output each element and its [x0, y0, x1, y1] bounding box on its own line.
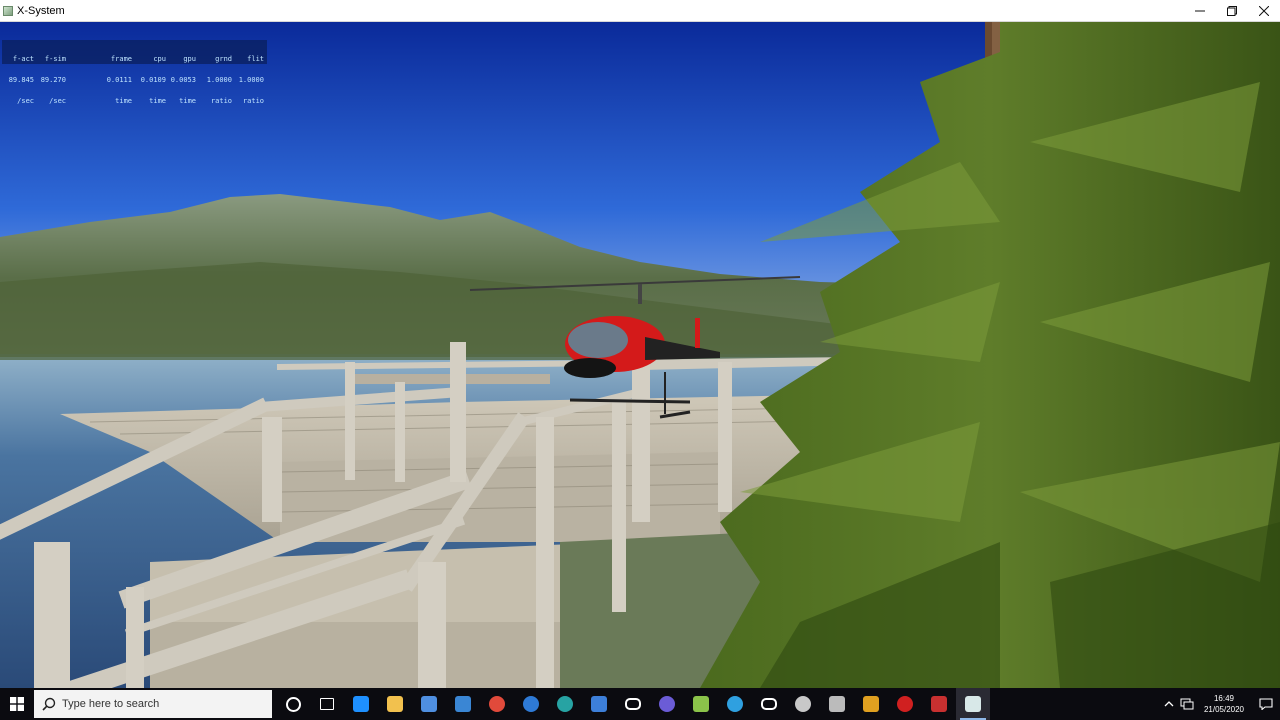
taskbar-app-button[interactable]: [752, 688, 786, 720]
maximize-button[interactable]: [1216, 0, 1248, 22]
taskbar-app-button[interactable]: [412, 688, 446, 720]
stat-cpu: cpu 0.0109 time: [140, 55, 166, 105]
notepad-icon: [693, 696, 709, 712]
clock-time: 16:49: [1213, 694, 1235, 703]
steam-icon: [795, 696, 811, 712]
x-plane-icon: [965, 696, 981, 712]
taskbar-app-button[interactable]: [548, 688, 582, 720]
windows-taskbar: 16:49 21/05/2020: [0, 688, 1280, 720]
stat-gpu: gpu 0.0053 time: [170, 55, 196, 105]
close-icon: [1259, 5, 1269, 16]
minimize-icon: [1195, 10, 1205, 11]
taskbar-app-button[interactable]: [480, 688, 514, 720]
window-controls: [1184, 0, 1280, 22]
stat-grnd: grnd 1.0000 ratio: [206, 55, 232, 105]
taskbar-app-button[interactable]: [786, 688, 820, 720]
pinned-apps: [276, 688, 990, 720]
oculus-2-icon: [761, 698, 777, 710]
network-icon: [1180, 698, 1194, 710]
taskbar-app-button[interactable]: [888, 688, 922, 720]
taskbar-app-button[interactable]: [446, 688, 480, 720]
action-center-button[interactable]: [1252, 688, 1280, 720]
task-view-icon: [320, 698, 334, 710]
taskbar-app-button[interactable]: [344, 688, 378, 720]
scene-render: [0, 22, 1280, 688]
frame-rate-overlay: f-act 89.845 /sec f-sim 89.270 /sec fram…: [2, 40, 267, 105]
system-tray: 16:49 21/05/2020: [1160, 688, 1280, 720]
taskbar-app-button[interactable]: [718, 688, 752, 720]
taskbar-app-button[interactable]: [854, 688, 888, 720]
taskbar-app-button[interactable]: [820, 688, 854, 720]
minimize-button[interactable]: [1184, 0, 1216, 22]
plane-icon: [829, 696, 845, 712]
search-input[interactable]: [62, 698, 242, 710]
taskbar-app-button[interactable]: [310, 688, 344, 720]
car-app-icon: [931, 696, 947, 712]
taskbar-app-button[interactable]: [616, 688, 650, 720]
notification-icon: [1259, 698, 1273, 710]
globe-app-icon: [727, 696, 743, 712]
chevron-up-icon: [1164, 701, 1174, 707]
taskbar-app-button[interactable]: [514, 688, 548, 720]
windows-logo-icon: [10, 697, 24, 711]
taskbar-app-button[interactable]: [276, 688, 310, 720]
stat-f-act: f-act 89.845 /sec: [8, 55, 34, 105]
taskbar-app-button[interactable]: [956, 688, 990, 720]
taskbar-app-button[interactable]: [922, 688, 956, 720]
store-icon: [421, 696, 437, 712]
window-title-bar[interactable]: X-System: [0, 0, 1280, 22]
stat-flit: flit 1.0000 ratio: [238, 55, 264, 105]
stat-f-sim: f-sim 89.270 /sec: [40, 55, 66, 105]
blue-window-icon: [591, 696, 607, 712]
simulator-viewport[interactable]: [0, 22, 1280, 688]
taskbar-app-button[interactable]: [684, 688, 718, 720]
obs-icon: [659, 696, 675, 712]
uplay-icon: [557, 696, 573, 712]
network-tray-button[interactable]: [1178, 688, 1196, 720]
ccleaner-icon: [523, 696, 539, 712]
taskbar-app-button[interactable]: [378, 688, 412, 720]
file-explorer-icon: [387, 696, 403, 712]
edge-icon: [353, 696, 369, 712]
cortana-icon: [285, 696, 301, 712]
star-app-icon: [863, 696, 879, 712]
mail-icon: [455, 696, 471, 712]
chrome-icon: [489, 696, 505, 712]
oculus-icon: [625, 698, 641, 710]
taskbar-app-button[interactable]: [650, 688, 684, 720]
x-system-app-icon: [3, 5, 13, 16]
clock-date: 21/05/2020: [1203, 705, 1245, 714]
taskbar-search-box[interactable]: [34, 690, 272, 718]
stat-frame: frame 0.0111 time: [106, 55, 132, 105]
red-app-icon: [897, 696, 913, 712]
search-icon: [42, 697, 56, 711]
start-button[interactable]: [0, 688, 34, 720]
taskbar-app-button[interactable]: [582, 688, 616, 720]
close-button[interactable]: [1248, 0, 1280, 22]
taskbar-clock[interactable]: 16:49 21/05/2020: [1196, 688, 1252, 720]
tray-overflow-button[interactable]: [1160, 688, 1178, 720]
maximize-icon: [1227, 5, 1237, 16]
window-title: X-System: [17, 4, 65, 17]
